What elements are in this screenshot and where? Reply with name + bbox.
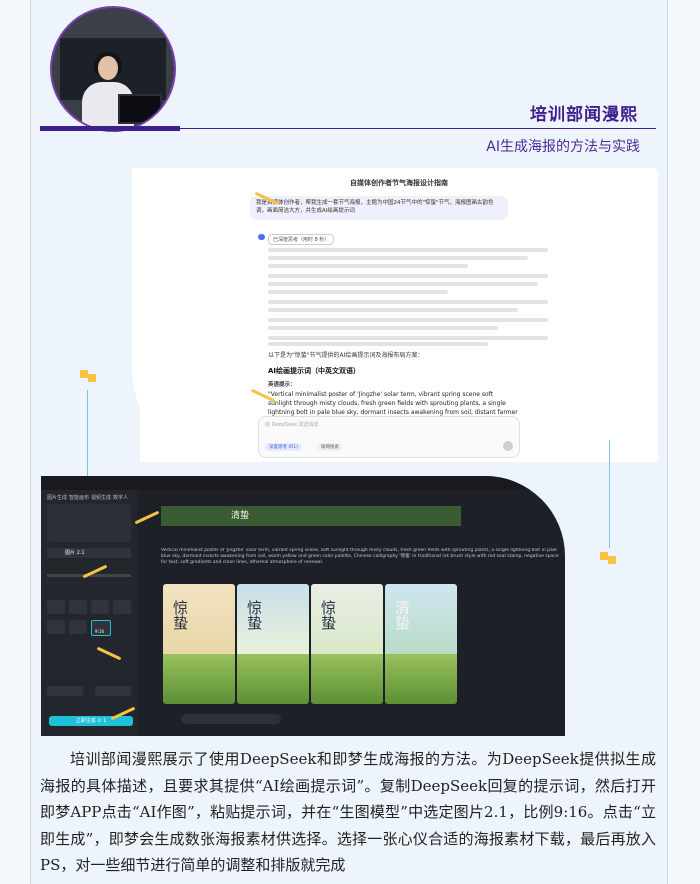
deepseek-sub-heading: 英语提示：: [268, 382, 296, 388]
jimeng-model-selector[interactable]: 图片 2.1: [47, 548, 131, 558]
deco-line: [87, 390, 88, 490]
speaker-photo: [50, 6, 176, 132]
deepseek-intro-line: 以下是为"惊蛰"节气提供的AI绘画提示词及海报布局方案：: [268, 352, 424, 359]
deco-square-icon: [600, 552, 608, 560]
ratio-option[interactable]: [47, 620, 65, 634]
jimeng-left-panel: 图片生成 智能画布 视频生成 数字人 图片 2.1 9:16: [41, 490, 137, 736]
poster-result-2[interactable]: 惊蛰: [237, 584, 309, 704]
send-icon[interactable]: [503, 441, 513, 451]
title-underline: [180, 128, 656, 129]
deepseek-chat-title: 自媒体创作者节气海报设计指南: [350, 179, 448, 187]
jimeng-tab[interactable]: 图片生成: [47, 494, 67, 501]
deco-line: [609, 440, 610, 548]
width-input[interactable]: [47, 686, 83, 696]
deepseek-input-placeholder: 给 DeepSeek 发送消息: [265, 422, 319, 428]
dept-title: 培训部闻漫熙: [530, 105, 638, 125]
deco-square-icon: [608, 556, 616, 564]
ratio-option[interactable]: [69, 600, 87, 614]
ratio-option[interactable]: [91, 600, 109, 614]
ratio-option[interactable]: [113, 600, 131, 614]
jimeng-topbar: [41, 476, 565, 490]
jimeng-prompt-input[interactable]: [47, 504, 131, 542]
ratio-option[interactable]: [69, 620, 87, 634]
deco-square-icon: [80, 370, 88, 378]
deepseek-user-prompt: 我是自媒体创作者，帮我生成一套节气海报，主题为中国24节气中的"惊蛰"节气，海报…: [250, 196, 508, 220]
deepseek-think-badge[interactable]: 已深度思考（用时 8 秒）: [268, 234, 335, 245]
ratio-option-selected[interactable]: 9:16: [91, 620, 111, 636]
jimeng-tab[interactable]: 智能画布: [69, 494, 89, 501]
deepseek-message-input[interactable]: 给 DeepSeek 发送消息 深度思考 (R1) 联网搜索: [258, 416, 520, 458]
title-underline-accent: [40, 126, 180, 131]
jimeng-tab[interactable]: 视频生成: [91, 494, 111, 501]
jimeng-prompt-echo: Vertical minimalist poster of 'Jingzhe' …: [161, 548, 559, 565]
deepseek-logo-icon: [258, 234, 265, 240]
jimeng-tab[interactable]: 数字人: [113, 494, 128, 501]
web-search-toggle[interactable]: 联网搜索: [317, 443, 343, 451]
jimeng-screenshot: 图片生成 智能画布 视频生成 数字人 图片 2.1 9:16 立即生成 ⊙ 1 …: [41, 476, 565, 736]
ratio-option[interactable]: [47, 600, 65, 614]
height-input[interactable]: [95, 686, 131, 696]
previous-results-strip: 清蛰: [161, 506, 461, 526]
deepseek-section-heading: AI绘画提示词（中英文双语）: [268, 367, 361, 375]
generate-button[interactable]: 立即生成 ⊙ 1: [49, 716, 133, 726]
poster-result-3[interactable]: 惊蛰: [311, 584, 383, 704]
jimeng-bottom-toolbar[interactable]: [181, 714, 281, 724]
deepseek-screenshot: 自媒体创作者节气海报设计指南 我是自媒体创作者，帮我生成一套节气海报，主题为中国…: [140, 170, 658, 462]
poster-result-4[interactable]: 清蛰: [385, 584, 457, 704]
deep-think-toggle[interactable]: 深度思考 (R1): [265, 443, 302, 451]
article-subtitle: AI生成海报的方法与实践: [486, 139, 640, 155]
deco-square-icon: [88, 374, 96, 382]
poster-result-1[interactable]: 惊蛰: [163, 584, 235, 704]
article-body-paragraph: 培训部闻漫熙展示了使用DeepSeek和即梦生成海报的方法。为DeepSeek提…: [40, 750, 656, 874]
